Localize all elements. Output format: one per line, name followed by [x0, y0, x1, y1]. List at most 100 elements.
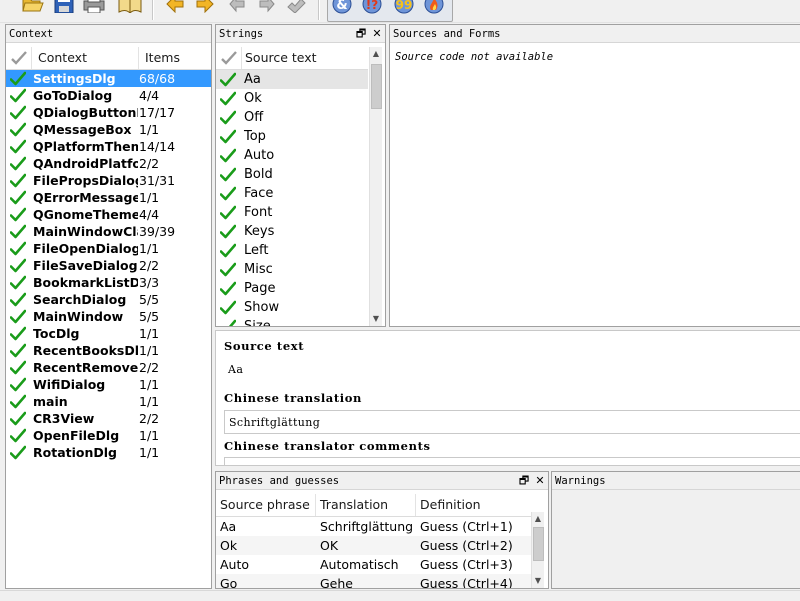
string-row[interactable]: Off: [216, 108, 368, 127]
context-row[interactable]: FilePropsDialog 31/31: [6, 172, 211, 189]
string-source-text: Left: [244, 243, 269, 258]
accelerators-icon[interactable]: &: [329, 0, 355, 17]
float-icon[interactable]: 🗗: [518, 475, 530, 487]
translation-input[interactable]: Schriftglättung: [224, 410, 800, 434]
context-row[interactable]: QGnomeTheme 4/4: [6, 206, 211, 223]
context-row[interactable]: SettingsDlg 68/68: [6, 70, 211, 87]
context-row[interactable]: BookmarkListDialog3/3: [6, 274, 211, 291]
context-name: main: [33, 394, 68, 409]
phrasebook-icon[interactable]: [117, 0, 143, 17]
phrase-match-icon[interactable]: 99: [391, 0, 417, 17]
prev-unfinished-icon[interactable]: [224, 0, 250, 17]
context-row[interactable]: QAndroidPlatformTheme2/2: [6, 155, 211, 172]
punctuation-icon[interactable]: !?: [359, 0, 385, 17]
phrase-row[interactable]: Ok OK Guess (Ctrl+2): [216, 536, 531, 555]
context-row[interactable]: FileOpenDialog 1/1: [6, 240, 211, 257]
context-row[interactable]: RotationDlg 1/1: [6, 444, 211, 461]
string-row[interactable]: Left: [216, 241, 368, 260]
done-next-icon[interactable]: [284, 0, 310, 17]
context-row[interactable]: WifiDialog 1/1: [6, 376, 211, 393]
scroll-up-icon[interactable]: ▲: [370, 48, 382, 60]
context-row[interactable]: main 1/1: [6, 393, 211, 410]
phrase-row[interactable]: Aa Schriftglättung Guess (Ctrl+1): [216, 517, 531, 536]
context-items: 68/68: [139, 71, 176, 86]
next-icon[interactable]: [192, 0, 218, 17]
context-row[interactable]: QDialogButtonBox17/17: [6, 104, 211, 121]
string-row[interactable]: Size: [216, 317, 368, 326]
context-name: FileSaveDialog: [33, 258, 138, 273]
translation-column-header[interactable]: Translation: [316, 494, 416, 516]
placeholder-icon[interactable]: [421, 0, 447, 17]
items-column-header[interactable]: Items: [139, 47, 211, 69]
check-icon: [10, 326, 26, 341]
context-row[interactable]: MainWindow 5/5: [6, 308, 211, 325]
context-row[interactable]: OpenFileDlg 1/1: [6, 427, 211, 444]
context-list-header: Context Items: [6, 47, 211, 70]
open-icon[interactable]: [20, 0, 46, 17]
close-icon[interactable]: ✕: [371, 28, 383, 40]
strings-panel-controls: 🗗 ✕: [355, 25, 383, 43]
context-name: FileOpenDialog: [33, 241, 138, 256]
context-row[interactable]: GoToDialog 4/4: [6, 87, 211, 104]
check-icon: [220, 167, 236, 182]
phrase-translation: Automatisch: [320, 557, 399, 572]
scroll-down-icon[interactable]: ▼: [370, 313, 382, 325]
phrases-panel: Phrases and guesses 🗗 ✕ Source phrase Tr…: [215, 471, 549, 589]
context-row[interactable]: SearchDialog 5/5: [6, 291, 211, 308]
context-name: QDialogButtonBox: [33, 105, 138, 120]
context-row[interactable]: MainWindowClass39/39: [6, 223, 211, 240]
save-icon[interactable]: [51, 0, 77, 17]
phrase-row[interactable]: Auto Automatisch Guess (Ctrl+3): [216, 555, 531, 574]
strings-scrollbar[interactable]: ▲ ▼: [369, 47, 382, 326]
phrase-row[interactable]: Go Gehe Guess (Ctrl+4): [216, 574, 531, 588]
scrollbar-thumb[interactable]: [371, 64, 382, 109]
string-row[interactable]: Misc: [216, 260, 368, 279]
string-row[interactable]: Top: [216, 127, 368, 146]
next-unfinished-icon[interactable]: [254, 0, 280, 17]
context-row[interactable]: CR3View 2/2: [6, 410, 211, 427]
string-row[interactable]: Ok: [216, 89, 368, 108]
comments-input[interactable]: [224, 457, 800, 465]
print-icon[interactable]: [81, 0, 107, 17]
context-items: 2/2: [139, 411, 160, 426]
check-icon: [220, 148, 236, 163]
string-row[interactable]: Bold: [216, 165, 368, 184]
string-row[interactable]: Auto: [216, 146, 368, 165]
string-row[interactable]: Aa: [216, 70, 368, 89]
phrases-scrollbar[interactable]: ▲ ▼: [531, 512, 544, 588]
context-name: SettingsDlg: [33, 71, 116, 86]
context-row[interactable]: RecentBooksDlg 1/1: [6, 342, 211, 359]
string-row[interactable]: Show: [216, 298, 368, 317]
context-row[interactable]: QMessageBox 1/1: [6, 121, 211, 138]
definition-column-header[interactable]: Definition: [416, 494, 531, 516]
phrases-panel-title: Phrases and guesses: [216, 472, 548, 490]
phrases-list: Aa Schriftglättung Guess (Ctrl+1) Ok OK Guess…: [216, 517, 531, 588]
check-icon: [10, 445, 26, 460]
context-items: 1/1: [139, 377, 160, 392]
string-row[interactable]: Page: [216, 279, 368, 298]
warnings-panel: Warnings: [551, 471, 800, 589]
scroll-up-icon[interactable]: ▲: [532, 513, 544, 525]
string-row[interactable]: Keys: [216, 222, 368, 241]
context-name: BookmarkListDialog: [33, 275, 138, 290]
source-phrase-column-header[interactable]: Source phrase: [216, 494, 316, 516]
context-row[interactable]: QErrorMessage 1/1: [6, 189, 211, 206]
string-row[interactable]: Face: [216, 184, 368, 203]
scrollbar-thumb[interactable]: [533, 527, 544, 561]
status-column-header[interactable]: [6, 47, 32, 69]
context-items: 39/39: [139, 224, 176, 239]
context-row[interactable]: RecentRemoveDlg2/2: [6, 359, 211, 376]
context-row[interactable]: FileSaveDialog 2/2: [6, 257, 211, 274]
source-text-column-header[interactable]: Source text: [242, 47, 368, 69]
string-row[interactable]: Font: [216, 203, 368, 222]
prev-icon[interactable]: [162, 0, 188, 17]
context-row[interactable]: QPlatformTheme14/14: [6, 138, 211, 155]
context-row[interactable]: TocDlg 1/1: [6, 325, 211, 342]
scroll-down-icon[interactable]: ▼: [532, 575, 544, 587]
close-icon[interactable]: ✕: [534, 475, 546, 487]
status-column-header[interactable]: [216, 47, 242, 69]
float-icon[interactable]: 🗗: [355, 28, 367, 40]
context-items: 5/5: [139, 292, 160, 307]
context-name: SearchDialog: [33, 292, 127, 307]
context-column-header[interactable]: Context: [32, 47, 139, 69]
